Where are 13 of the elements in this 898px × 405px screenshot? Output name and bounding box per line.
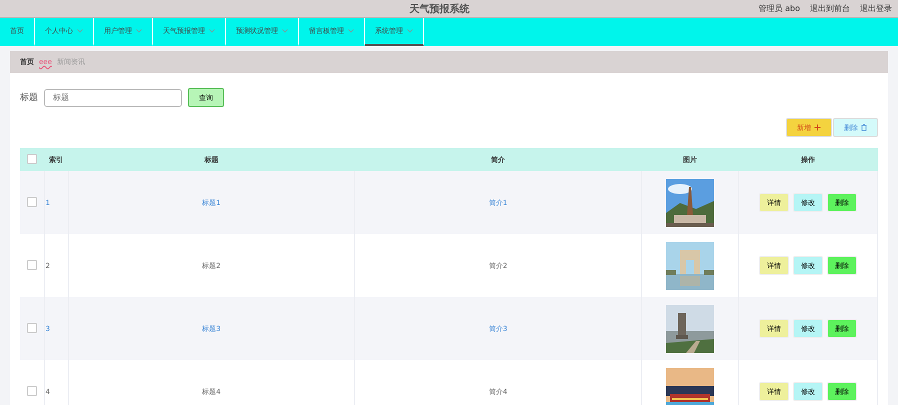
row-checkbox[interactable] <box>26 386 37 396</box>
trash-icon <box>861 124 867 131</box>
plus-icon <box>814 124 821 131</box>
search-field[interactable]: 标题 <box>44 88 182 106</box>
user-label: 管理员 abo <box>758 3 800 14</box>
header-link[interactable]: 退出到前台 <box>810 3 850 14</box>
select-all-checkbox[interactable] <box>27 154 37 164</box>
row-checkbox[interactable] <box>26 196 37 206</box>
header-link[interactable]: 退出登录 <box>860 3 892 14</box>
search-label: 标题 <box>20 92 38 104</box>
row-checkbox[interactable] <box>26 322 37 332</box>
app-title: 天气预报系统 <box>408 2 470 16</box>
row-checkbox[interactable] <box>26 260 37 270</box>
